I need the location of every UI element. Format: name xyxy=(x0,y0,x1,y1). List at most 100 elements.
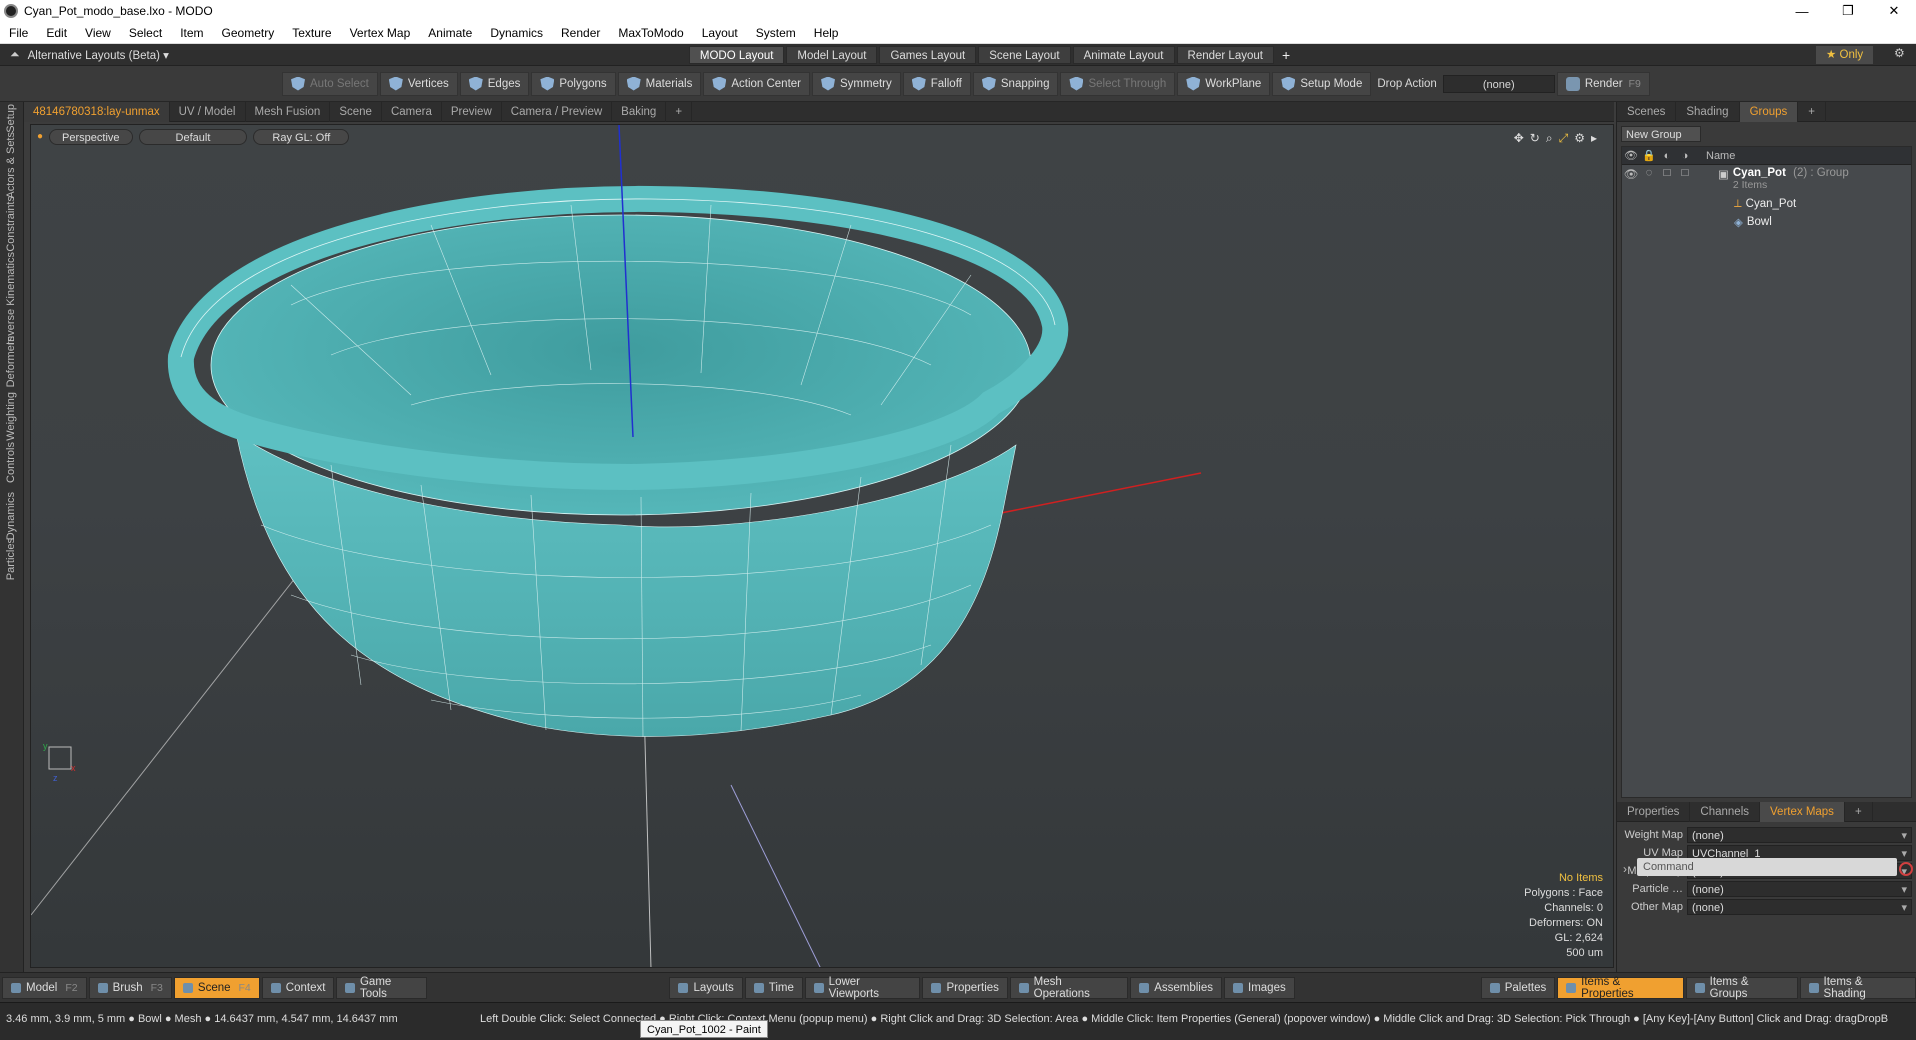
alternative-layouts-dropdown[interactable]: Alternative Layouts (Beta) ▾ xyxy=(28,48,169,62)
only-toggle[interactable]: ★ Only xyxy=(1816,46,1874,64)
lock-icon[interactable]: 🔒 xyxy=(1640,149,1658,162)
add-layout-icon[interactable]: + xyxy=(1282,47,1290,63)
collapse-icon[interactable]: ⏶ xyxy=(10,47,20,62)
layout-tab-render-layout[interactable]: Render Layout xyxy=(1176,45,1274,64)
expand-arrow-icon[interactable]: ▸ xyxy=(1591,131,1597,146)
select-through-button[interactable]: Select Through xyxy=(1060,71,1176,96)
menu-item-layout[interactable]: Layout xyxy=(693,26,747,40)
zoom-icon[interactable]: ⌕ xyxy=(1546,131,1553,146)
select-toggle-icon[interactable]: □ xyxy=(1658,167,1676,179)
layout-tab-model-layout[interactable]: Model Layout xyxy=(786,45,878,64)
menu-item-file[interactable]: File xyxy=(0,26,37,40)
menu-item-render[interactable]: Render xyxy=(552,26,609,40)
fit-icon[interactable]: ⤢ xyxy=(1559,131,1569,146)
left-tab-actors-sets[interactable]: Actors & Sets xyxy=(5,132,17,199)
left-tab-setup[interactable]: Setup xyxy=(5,104,17,133)
menu-item-item[interactable]: Item xyxy=(171,26,212,40)
viewport-tab[interactable]: Camera xyxy=(382,101,442,122)
layout-tab-scene-layout[interactable]: Scene Layout xyxy=(978,45,1071,64)
panel-tab-scenes[interactable]: Scenes xyxy=(1617,101,1677,122)
select-icon[interactable]: ◐ xyxy=(1658,150,1676,162)
setup-mode-button[interactable]: Setup Mode xyxy=(1272,71,1372,96)
raygl-toggle[interactable]: Ray GL: Off xyxy=(253,129,350,145)
images-button[interactable]: Images xyxy=(1224,976,1295,999)
panel-tab-vertex-maps[interactable]: Vertex Maps xyxy=(1760,801,1845,822)
menu-item-select[interactable]: Select xyxy=(120,26,171,40)
render-button[interactable]: Render F9 xyxy=(1556,71,1650,96)
action-center-button[interactable]: Action Center xyxy=(703,71,811,96)
auto-select-button[interactable]: Auto Select xyxy=(282,71,378,96)
materials-button[interactable]: Materials xyxy=(617,71,702,96)
palettes-button[interactable]: Palettes xyxy=(1480,976,1556,999)
menu-item-help[interactable]: Help xyxy=(805,26,848,40)
shading-style-button[interactable]: Default xyxy=(138,129,248,145)
panel-tab-shading[interactable]: Shading xyxy=(1676,101,1740,122)
command-input[interactable]: Command xyxy=(1637,858,1897,876)
items-shading-button[interactable]: Items & Shading xyxy=(1799,976,1916,1000)
layout-tab-modo-layout[interactable]: MODO Layout xyxy=(688,45,785,64)
lower-viewports-button[interactable]: Lower Viewports xyxy=(804,976,921,1000)
workplane-button[interactable]: WorkPlane xyxy=(1177,71,1271,96)
menu-item-geometry[interactable]: Geometry xyxy=(213,26,284,40)
menu-item-system[interactable]: System xyxy=(747,26,805,40)
rotate-icon[interactable]: ↻ xyxy=(1530,131,1540,146)
minimize-button[interactable]: — xyxy=(1780,0,1824,22)
menu-item-edit[interactable]: Edit xyxy=(37,26,76,40)
assemblies-button[interactable]: Assemblies xyxy=(1130,976,1222,999)
vertex-map-select[interactable]: (none) xyxy=(1687,827,1912,844)
viewport-tab[interactable]: Mesh Fusion xyxy=(246,101,331,122)
context-button[interactable]: Context xyxy=(261,976,335,999)
items-properties-button[interactable]: Items & Properties xyxy=(1557,976,1684,1000)
tree-row-item[interactable]: ◈ Bowl xyxy=(1622,213,1911,231)
panel-tab-+[interactable]: + xyxy=(1798,101,1827,122)
menu-item-view[interactable]: View xyxy=(76,26,120,40)
properties-button[interactable]: Properties xyxy=(922,976,1008,999)
items-groups-button[interactable]: Items & Groups xyxy=(1685,976,1798,1000)
close-button[interactable]: ✕ xyxy=(1872,0,1916,22)
menu-item-texture[interactable]: Texture xyxy=(283,26,340,40)
restore-button[interactable]: ❐ xyxy=(1826,0,1870,22)
eye-icon[interactable]: 👁 xyxy=(1622,149,1640,162)
menu-item-dynamics[interactable]: Dynamics xyxy=(481,26,552,40)
tree-row-item[interactable]: ⟂ Cyan_Pot xyxy=(1622,195,1911,213)
viewport-tab-active[interactable]: 48146780318:lay-unmax xyxy=(24,101,170,122)
panel-tab-properties[interactable]: Properties xyxy=(1617,801,1691,822)
visibility-eye-icon[interactable]: 👁 xyxy=(1622,167,1640,181)
3d-viewport[interactable]: ● Perspective Default Ray GL: Off ✥ ↻ ⌕ … xyxy=(30,124,1614,968)
time-button[interactable]: Time xyxy=(744,976,803,999)
panel-tab-+[interactable]: + xyxy=(1845,801,1873,822)
gear-icon[interactable]: ⚙ xyxy=(1894,46,1905,60)
scene-button[interactable]: Scene F4 xyxy=(173,976,260,999)
viewport-settings-icon[interactable]: ⚙ xyxy=(1574,131,1585,146)
render-toggle-icon[interactable]: ◑ xyxy=(1676,150,1694,162)
falloff-button[interactable]: Falloff xyxy=(902,71,971,96)
edges-button[interactable]: Edges xyxy=(459,71,530,96)
game-tools-button[interactable]: Game Tools xyxy=(336,976,428,1000)
menu-item-maxtomodo[interactable]: MaxToModo xyxy=(609,26,692,40)
menu-item-animate[interactable]: Animate xyxy=(419,26,481,40)
viewport-tab[interactable]: + xyxy=(666,101,693,122)
mesh-operations-button[interactable]: Mesh Operations xyxy=(1009,976,1129,1000)
vertex-map-select[interactable]: (none) xyxy=(1687,881,1912,898)
polygons-button[interactable]: Polygons xyxy=(531,71,616,96)
left-tab-weighting[interactable]: Weighting xyxy=(5,392,17,441)
drop-action-select[interactable]: (none) xyxy=(1442,74,1555,93)
viewport-tab[interactable]: Camera / Preview xyxy=(502,101,613,122)
model-button[interactable]: Model F2 xyxy=(2,976,87,999)
new-group-button[interactable]: New Group xyxy=(1621,126,1701,142)
panel-tab-channels[interactable]: Channels xyxy=(1690,801,1761,822)
viewport-tab[interactable]: UV / Model xyxy=(170,101,246,122)
tree-row-group[interactable]: 👁 ◌ □ □ ▣ Cyan_Pot (2) : Group 2 Items xyxy=(1622,165,1911,195)
viewport-tab[interactable]: Baking xyxy=(612,101,667,122)
record-icon[interactable] xyxy=(1899,862,1913,876)
vertices-button[interactable]: Vertices xyxy=(379,71,458,96)
view-perspective-button[interactable]: Perspective xyxy=(49,129,133,145)
snapping-button[interactable]: Snapping xyxy=(972,71,1059,96)
vertex-map-select[interactable]: (none) xyxy=(1687,899,1912,916)
menu-item-vertex-map[interactable]: Vertex Map xyxy=(341,26,420,40)
viewport-tab[interactable]: Preview xyxy=(442,101,502,122)
left-tab-inverse-kinematics[interactable]: Inverse Kinematics xyxy=(5,252,17,345)
left-tab-controls[interactable]: Controls xyxy=(5,442,17,483)
lock-toggle-icon[interactable]: ◌ xyxy=(1640,167,1658,179)
viewport-tab[interactable]: Scene xyxy=(330,101,382,122)
